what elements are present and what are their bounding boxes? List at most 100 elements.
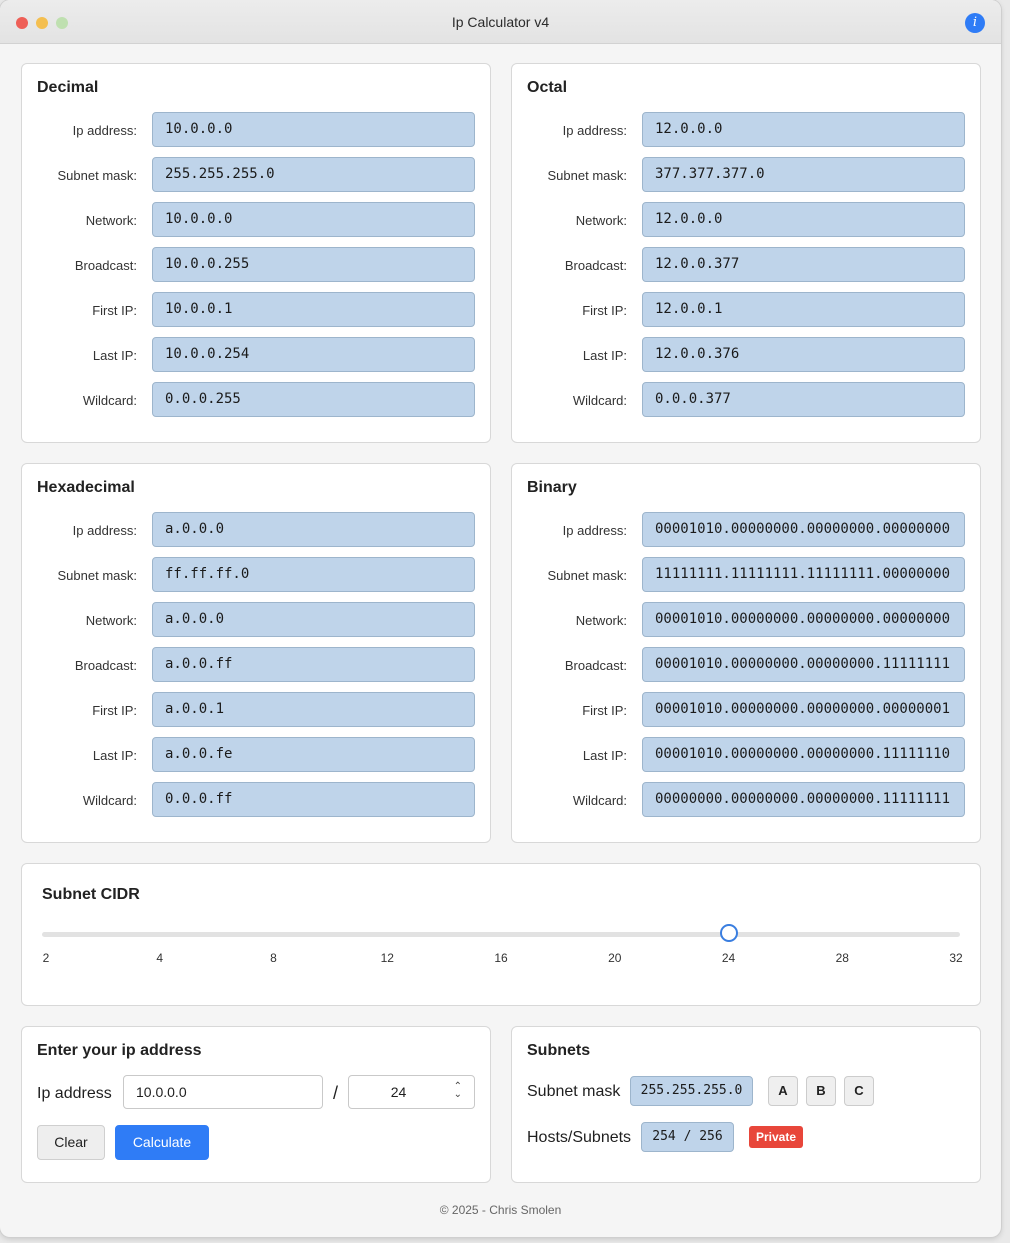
class-a-button[interactable]: A bbox=[768, 1076, 798, 1106]
last-ip-field[interactable]: a.0.0.fe bbox=[152, 737, 475, 772]
footer-copyright: © 2025 - Chris Smolen bbox=[439, 1203, 562, 1217]
title-bar: Ip Calculator v4 i bbox=[0, 0, 1001, 44]
cidr-tick-label: 28 bbox=[835, 951, 849, 965]
hexadecimal-panel: Hexadecimal Ip address: a.0.0.0 Subnet mas… bbox=[21, 463, 491, 843]
class-b-button[interactable]: B bbox=[806, 1076, 836, 1106]
subnet-mask-label: Subnet mask: bbox=[57, 568, 138, 583]
subnet-mask-field[interactable]: 11111111.11111111.11111111.00000000 bbox=[642, 557, 965, 592]
wildcard-row: Wildcard: 0.0.0.ff bbox=[22, 782, 490, 819]
ip-address-field[interactable]: 12.0.0.0 bbox=[642, 112, 965, 147]
last-ip-field[interactable]: 12.0.0.376 bbox=[642, 337, 965, 372]
ip-address-row: Ip address: 12.0.0.0 bbox=[512, 112, 980, 149]
broadcast-label: Broadcast: bbox=[564, 658, 627, 673]
panel-title: Enter your ip address bbox=[37, 1042, 202, 1059]
network-label: Network: bbox=[575, 213, 627, 228]
wildcard-row: Wildcard: 0.0.0.377 bbox=[512, 382, 980, 419]
prefix-value: 24 bbox=[390, 1084, 407, 1100]
last-ip-field[interactable]: 00001010.00000000.00000000.11111110 bbox=[642, 737, 965, 772]
broadcast-field[interactable]: 00001010.00000000.00000000.11111111 bbox=[642, 647, 965, 682]
ip-address-input[interactable]: 10.0.0.0 bbox=[123, 1075, 323, 1109]
ip-address-row: Ip address: a.0.0.0 bbox=[22, 512, 490, 549]
network-label: Network: bbox=[85, 213, 137, 228]
binary-panel: Binary Ip address: 00001010.00000000.0000… bbox=[511, 463, 981, 843]
ip-address-label: Ip address: bbox=[562, 523, 627, 538]
last-ip-row: Last IP: a.0.0.fe bbox=[22, 737, 490, 774]
network-field[interactable]: 10.0.0.0 bbox=[152, 202, 475, 237]
app-window: Ip Calculator v4 i Decimal Ip address: 10… bbox=[0, 0, 1001, 1237]
class-c-button[interactable]: C bbox=[844, 1076, 874, 1106]
last-ip-label: Last IP: bbox=[92, 348, 137, 363]
ip-address-value: 10.0.0.0 bbox=[136, 1084, 187, 1100]
cidr-tick-label: 16 bbox=[494, 951, 508, 965]
subnet-mask-row: Subnet mask: 377.377.377.0 bbox=[512, 157, 980, 194]
panel-title: Decimal bbox=[37, 79, 99, 96]
subnet-mask-row: Subnet mask: 11111111.11111111.11111111.0… bbox=[512, 557, 980, 594]
ip-address-field[interactable]: 10.0.0.0 bbox=[152, 112, 475, 147]
ip-address-field[interactable]: a.0.0.0 bbox=[152, 512, 475, 547]
last-ip-label: Last IP: bbox=[92, 748, 137, 763]
panel-title: Subnet CIDR bbox=[42, 886, 140, 903]
prefix-stepper[interactable]: 24 ⌃ ⌄ bbox=[348, 1075, 475, 1109]
panel-title: Hexadecimal bbox=[37, 479, 135, 496]
wildcard-label: Wildcard: bbox=[572, 393, 627, 408]
wildcard-label: Wildcard: bbox=[82, 793, 137, 808]
last-ip-label: Last IP: bbox=[582, 348, 627, 363]
last-ip-row: Last IP: 12.0.0.376 bbox=[512, 337, 980, 374]
panel-title: Binary bbox=[527, 479, 577, 496]
broadcast-row: Broadcast: 10.0.0.255 bbox=[22, 247, 490, 284]
cidr-tick-label: 24 bbox=[721, 951, 736, 965]
first-ip-field[interactable]: 10.0.0.1 bbox=[152, 292, 475, 327]
subnet-mask-field[interactable]: ff.ff.ff.0 bbox=[152, 557, 475, 592]
last-ip-field[interactable]: 10.0.0.254 bbox=[152, 337, 475, 372]
network-field[interactable]: 00001010.00000000.00000000.00000000 bbox=[642, 602, 965, 637]
broadcast-label: Broadcast: bbox=[74, 258, 137, 273]
broadcast-row: Broadcast: 12.0.0.377 bbox=[512, 247, 980, 284]
calculate-button[interactable]: Calculate bbox=[115, 1125, 209, 1160]
stepper-arrows-icon[interactable]: ⌃ ⌄ bbox=[454, 1076, 462, 1100]
first-ip-label: First IP: bbox=[92, 703, 137, 718]
first-ip-row: First IP: 00001010.00000000.00000000.0000… bbox=[512, 692, 980, 729]
first-ip-field[interactable]: 12.0.0.1 bbox=[642, 292, 965, 327]
first-ip-label: First IP: bbox=[582, 303, 627, 318]
broadcast-field[interactable]: 10.0.0.255 bbox=[152, 247, 475, 282]
subnet-mask-label: Subnet mask: bbox=[547, 568, 628, 583]
subnet-mask-label: Subnet mask: bbox=[57, 168, 138, 183]
info-icon[interactable]: i bbox=[965, 13, 985, 33]
hosts-subnets-value: 254 / 256 bbox=[641, 1122, 734, 1152]
cidr-slider-thumb[interactable] bbox=[719, 924, 738, 942]
network-row: Network: 10.0.0.0 bbox=[22, 202, 490, 239]
network-row: Network: 12.0.0.0 bbox=[512, 202, 980, 239]
network-field[interactable]: 12.0.0.0 bbox=[642, 202, 965, 237]
broadcast-field[interactable]: 12.0.0.377 bbox=[642, 247, 965, 282]
cidr-tick-label: 2 bbox=[42, 951, 50, 965]
ip-address-label: Ip address: bbox=[72, 523, 137, 538]
decimal-panel: Decimal Ip address: 10.0.0.0 Subnet mask: 2… bbox=[21, 63, 491, 443]
subnet-mask-field[interactable]: 255.255.255.0 bbox=[152, 157, 475, 192]
broadcast-label: Broadcast: bbox=[564, 258, 627, 273]
wildcard-field[interactable]: 0.0.0.ff bbox=[152, 782, 475, 817]
broadcast-row: Broadcast: a.0.0.ff bbox=[22, 647, 490, 684]
network-row: Network: a.0.0.0 bbox=[22, 602, 490, 639]
cidr-tick-label: 8 bbox=[270, 951, 277, 965]
first-ip-label: First IP: bbox=[92, 303, 137, 318]
cidr-slider-track[interactable] bbox=[42, 932, 960, 937]
subnet-mask-label: Subnet mask: bbox=[547, 168, 628, 183]
last-ip-label: Last IP: bbox=[582, 748, 627, 763]
first-ip-field[interactable]: 00001010.00000000.00000000.00000001 bbox=[642, 692, 965, 727]
clear-button[interactable]: Clear bbox=[37, 1125, 105, 1160]
subnet-mask-label: Subnet mask bbox=[527, 1083, 621, 1100]
subnet-mask-field[interactable]: 377.377.377.0 bbox=[642, 157, 965, 192]
cidr-tick-label: 32 bbox=[949, 951, 963, 965]
network-field[interactable]: a.0.0.0 bbox=[152, 602, 475, 637]
wildcard-field[interactable]: 0.0.0.377 bbox=[642, 382, 965, 417]
ip-address-row: Ip address: 10.0.0.0 bbox=[22, 112, 490, 149]
ip-address-field[interactable]: 00001010.00000000.00000000.00000000 bbox=[642, 512, 965, 547]
last-ip-row: Last IP: 10.0.0.254 bbox=[22, 337, 490, 374]
slash-separator: / bbox=[333, 1083, 339, 1103]
first-ip-label: First IP: bbox=[582, 703, 627, 718]
wildcard-field[interactable]: 00000000.00000000.00000000.11111111 bbox=[642, 782, 965, 817]
cidr-tick-label: 12 bbox=[380, 951, 394, 965]
wildcard-field[interactable]: 0.0.0.255 bbox=[152, 382, 475, 417]
first-ip-field[interactable]: a.0.0.1 bbox=[152, 692, 475, 727]
broadcast-field[interactable]: a.0.0.ff bbox=[152, 647, 475, 682]
